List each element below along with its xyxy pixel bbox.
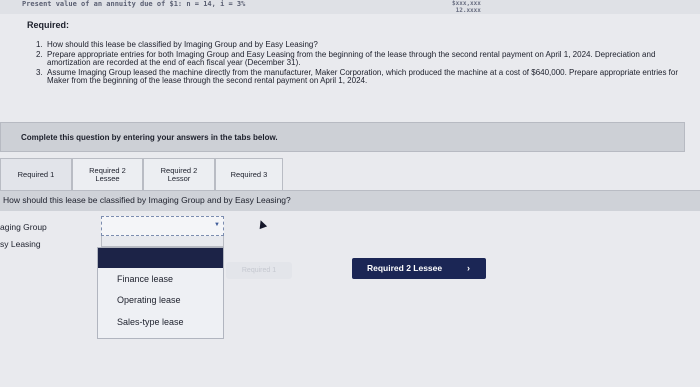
requirements-list: 1. How should this lease be classified b… [36,40,686,87]
requirement-number: 1. [36,40,43,49]
classification-dropdown-list: Finance lease Operating lease Sales-type… [97,247,224,339]
requirement-text: How should this lease be classified by I… [47,40,318,49]
question-text: How should this lease be classified by I… [3,195,291,205]
tab-sublabel: Lessee [95,173,120,183]
option-sales-type-lease[interactable]: Sales-type lease [117,317,184,327]
lessee-row-label: aging Group [0,222,47,232]
tab-required-3[interactable]: Required 3 [215,158,283,190]
previous-required-button[interactable]: Required 1 [226,262,292,279]
pv-value-factor: 12.xxxx [455,7,481,14]
tab-required-2-lessee[interactable]: Required 2 Lessee [72,158,143,190]
lessor-row-label: sy Leasing [0,239,41,249]
lessor-classification-select[interactable] [101,236,224,247]
pv-header-values: $xxx,xxx 12.xxxx [452,0,481,14]
tab-sublabel: Lessor [167,173,191,183]
tab-required-1[interactable]: Required 1 [0,158,72,190]
pv-header-text: Present value of an annuity due of $1: n… [22,0,246,8]
option-operating-lease[interactable]: Operating lease [117,295,181,305]
chevron-right-icon: › [467,263,470,273]
required-heading: Required: [27,20,70,30]
requirement-text: Prepare appropriate entries for both Ima… [47,49,656,67]
pv-value-amount: $xxx,xxx [452,0,481,7]
requirement-number: 3. [36,67,43,77]
mouse-cursor-icon [256,218,268,230]
option-finance-lease[interactable]: Finance lease [117,274,173,284]
requirement-text: Assume Imaging Group leased the machine … [47,67,679,85]
requirement-item: 2. Prepare appropriate entries for both … [36,49,686,68]
lessee-classification-select[interactable]: ▼ [101,216,224,236]
instruction-bar: Complete this question by entering your … [0,122,685,152]
requirement-number: 2. [36,49,43,59]
next-button-label: Required 2 Lessee [367,263,443,273]
dropdown-highlighted-option[interactable] [98,248,223,268]
tab-required-2-lessor[interactable]: Required 2 Lessor [143,158,215,190]
question-bar: How should this lease be classified by I… [0,190,700,211]
tab-label: Required 3 [230,169,268,179]
requirement-item: 1. How should this lease be classified b… [36,40,686,50]
tab-label: Required 1 [17,169,55,179]
instruction-text: Complete this question by entering your … [21,133,278,142]
next-required-button[interactable]: Required 2 Lessee › [352,258,486,279]
chevron-down-icon: ▼ [214,222,220,228]
requirement-item: 3. Assume Imaging Group leased the machi… [36,67,686,86]
